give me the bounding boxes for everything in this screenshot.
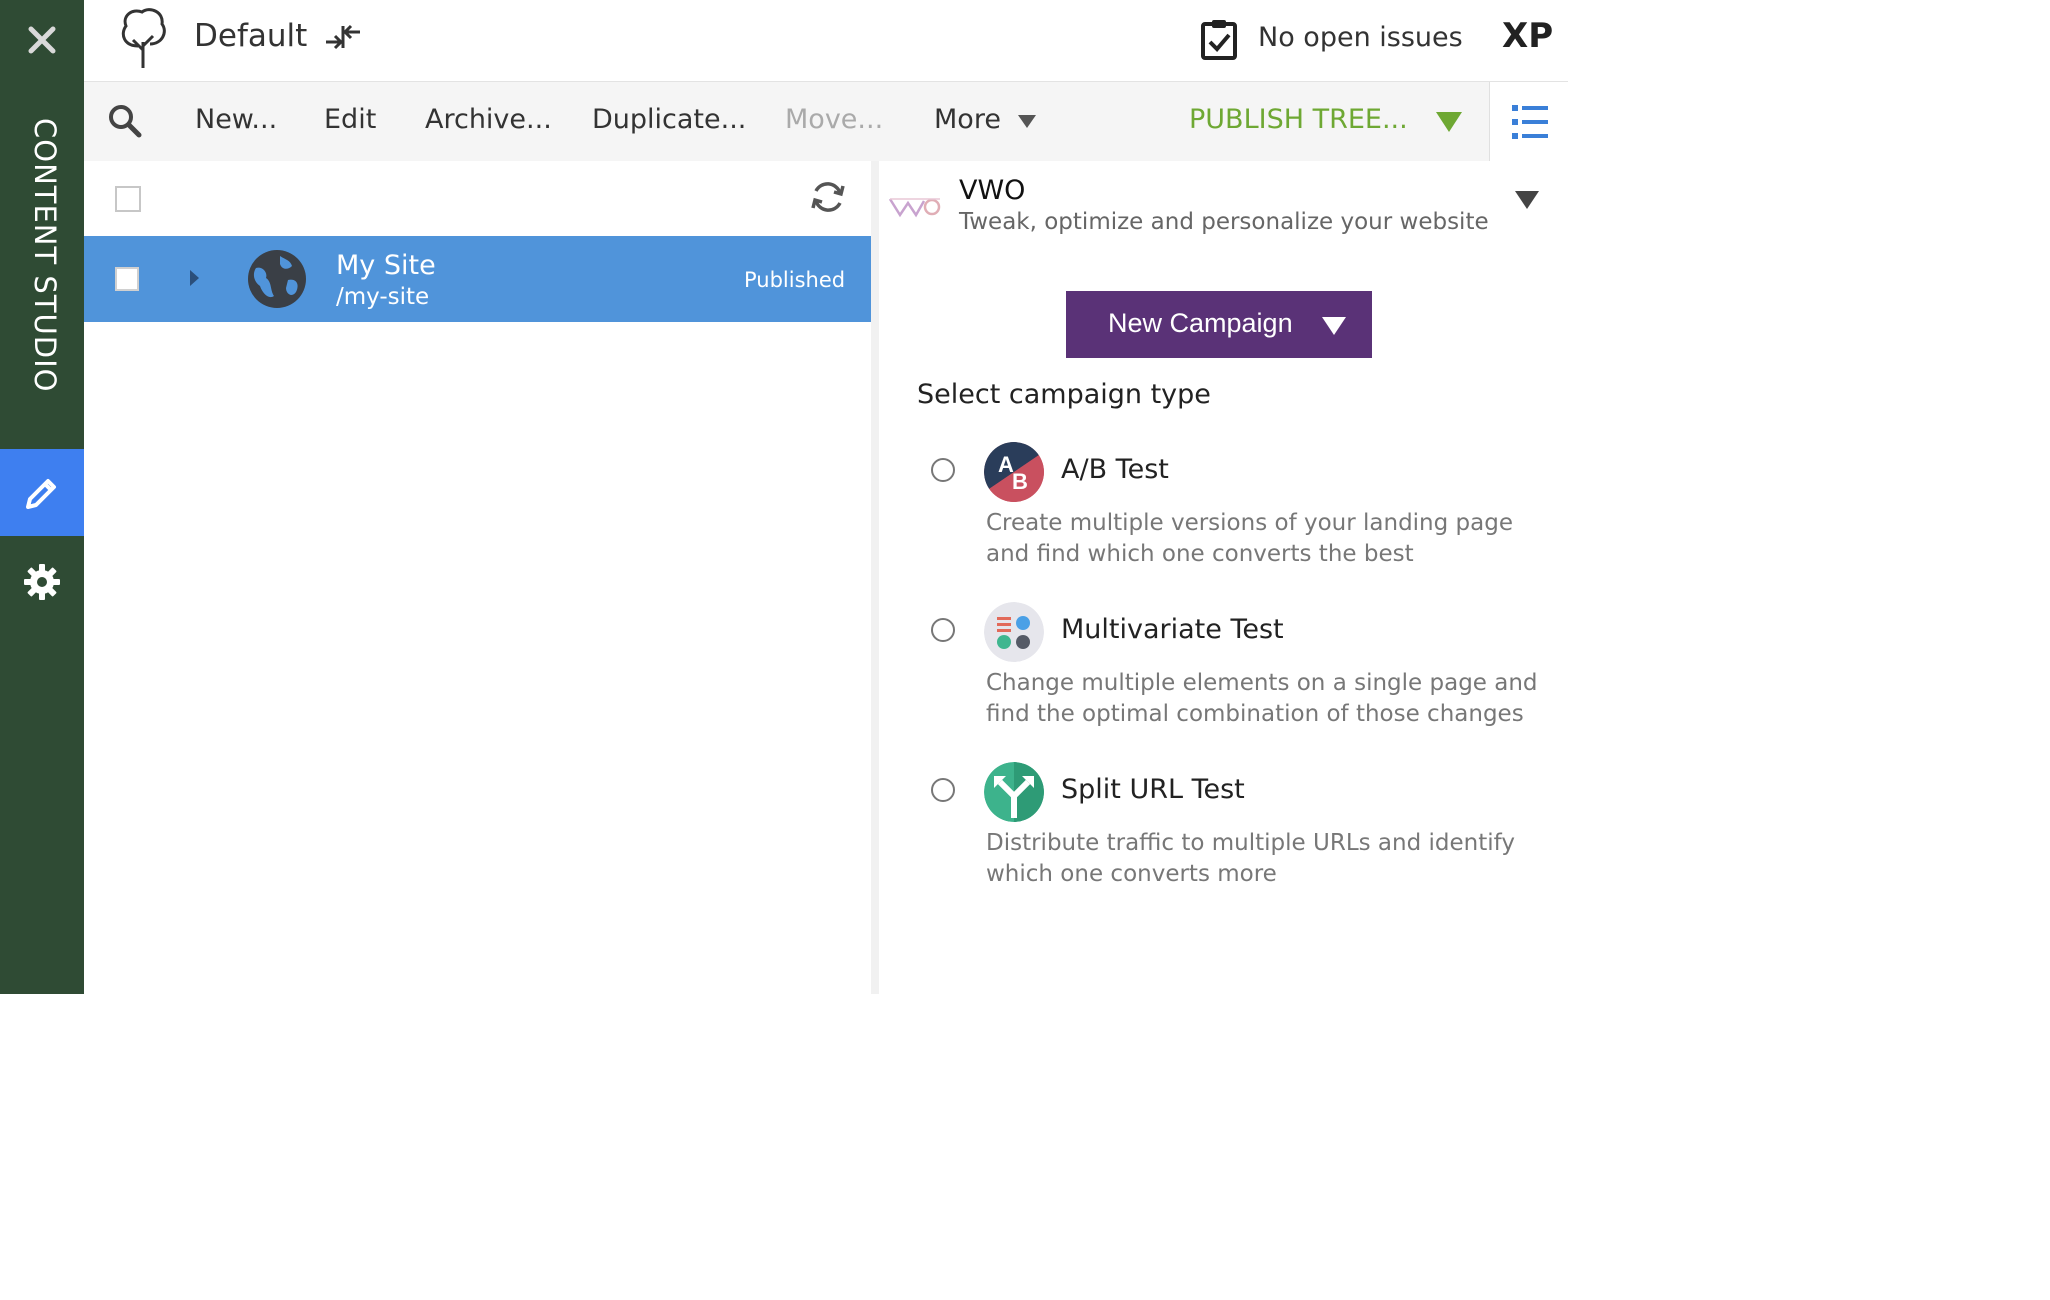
close-icon[interactable] (0, 0, 84, 80)
split-url-test-description: Distribute traffic to multiple URLs and … (986, 830, 1515, 887)
widget-subtitle: Tweak, optimize and personalize your web… (959, 209, 1489, 235)
globe-icon (246, 248, 308, 314)
ab-test-description: Create multiple versions of your landing… (986, 510, 1513, 567)
vwo-widget-panel: VWO Tweak, optimize and personalize your… (879, 161, 1568, 994)
widget-title: VWO (959, 175, 1026, 206)
edit-button[interactable]: Edit (324, 104, 376, 135)
content-tree: My Site /my-site Published (84, 161, 871, 994)
new-campaign-label: New Campaign (1108, 308, 1293, 338)
split-url-test-icon (984, 762, 1044, 822)
xp-brand[interactable]: XP (1502, 16, 1553, 56)
campaign-option-multivariate-test[interactable]: Multivariate Test Change multiple elemen… (879, 602, 1568, 752)
archive-button[interactable]: Archive... (425, 104, 552, 135)
vwo-logo-icon (888, 195, 942, 223)
split-url-test-radio[interactable] (931, 778, 955, 802)
campaign-option-ab-test[interactable]: A B A/B Test Create multiple versions of… (879, 442, 1568, 592)
issues-status[interactable]: No open issues (1258, 22, 1463, 53)
refresh-icon[interactable] (810, 179, 846, 219)
more-dropdown-icon[interactable] (1018, 115, 1036, 128)
app-sidebar: CONTENT STUDIO (0, 0, 84, 994)
split-url-test-title: Split URL Test (1061, 774, 1245, 805)
row-checkbox[interactable] (115, 267, 139, 291)
ab-test-title: A/B Test (1061, 454, 1169, 485)
tree-logo-icon[interactable] (116, 6, 172, 70)
pencil-icon[interactable] (0, 449, 84, 536)
more-button[interactable]: More (934, 104, 1001, 135)
multivariate-test-radio[interactable] (931, 618, 955, 642)
switch-project-icon[interactable] (324, 22, 362, 56)
multivariate-test-description: Change multiple elements on a single pag… (986, 670, 1538, 727)
move-button[interactable]: Move... (785, 104, 883, 135)
search-icon[interactable] (108, 104, 142, 142)
ab-icon-letter-b: B (1012, 469, 1028, 494)
row-name: My Site (336, 250, 436, 281)
multivariate-test-icon (984, 602, 1044, 662)
campaign-option-split-url-test[interactable]: Split URL Test Distribute traffic to mul… (879, 762, 1568, 912)
status-badge: Published (744, 268, 846, 292)
ab-test-icon: A B (984, 442, 1044, 502)
gear-icon[interactable] (0, 540, 84, 624)
ab-test-radio[interactable] (931, 458, 955, 482)
details-panel-toggle-icon[interactable] (1489, 82, 1569, 161)
expand-arrow-icon[interactable] (190, 270, 199, 286)
top-bar: Default No open issues XP (84, 0, 1568, 80)
tree-row[interactable]: My Site /my-site Published (84, 236, 871, 322)
content-toolbar: New... Edit Archive... Duplicate... Move… (84, 81, 1569, 162)
clipboard-check-icon[interactable] (1200, 18, 1238, 64)
campaign-type-heading: Select campaign type (917, 379, 1211, 410)
duplicate-button[interactable]: Duplicate... (592, 104, 746, 135)
publish-dropdown-icon[interactable] (1436, 112, 1462, 132)
chevron-down-icon[interactable] (1322, 317, 1346, 335)
row-path: /my-site (336, 284, 430, 310)
project-name[interactable]: Default (194, 18, 307, 54)
app-label: CONTENT STUDIO (28, 118, 62, 393)
multivariate-test-title: Multivariate Test (1061, 614, 1284, 645)
new-button[interactable]: New... (195, 104, 277, 135)
new-campaign-button[interactable]: New Campaign (1066, 291, 1372, 358)
panel-splitter[interactable] (871, 161, 879, 994)
publish-tree-button[interactable]: PUBLISH TREE... (1189, 104, 1408, 135)
widget-selector-dropdown-icon[interactable] (1515, 191, 1539, 209)
select-all-checkbox[interactable] (115, 186, 141, 212)
